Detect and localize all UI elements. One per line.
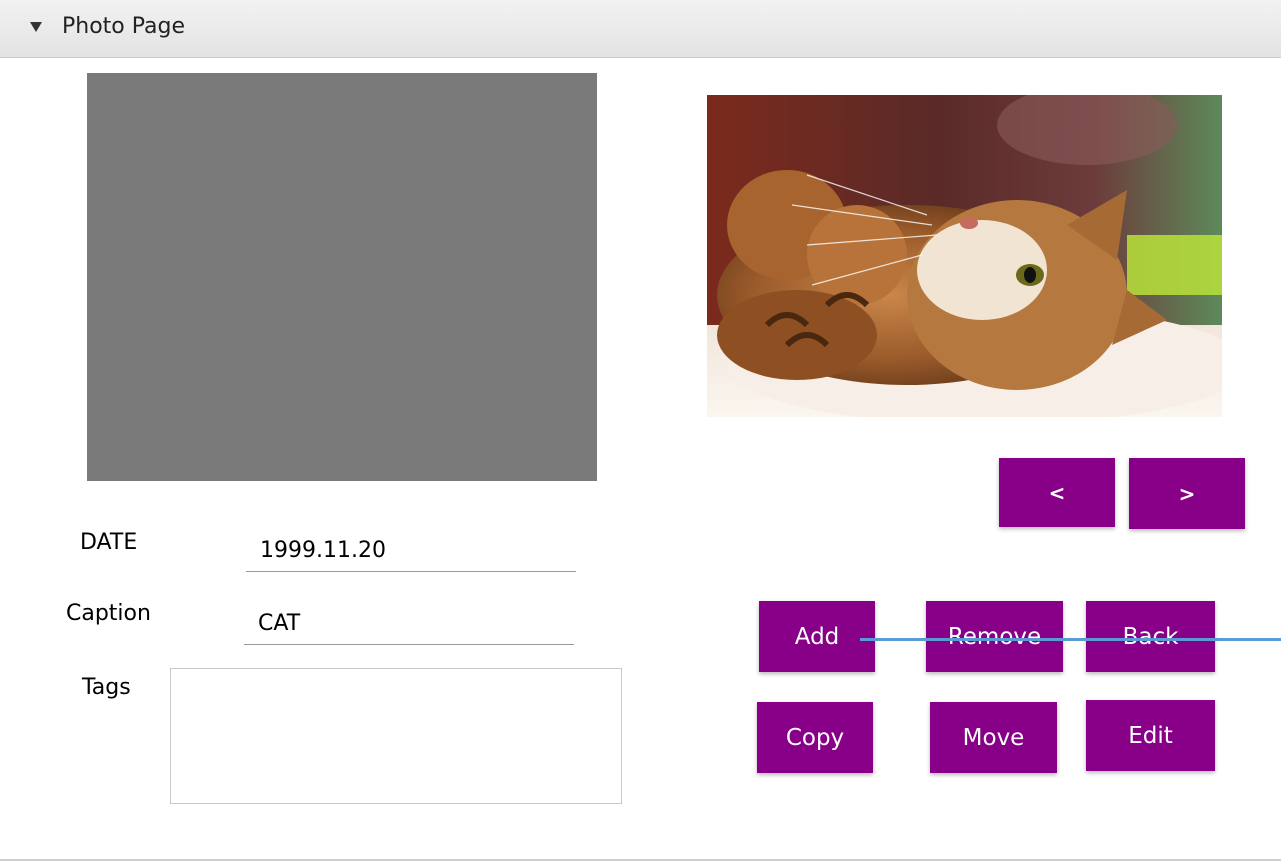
move-button-label: Move bbox=[962, 724, 1025, 751]
bottom-divider bbox=[0, 859, 1281, 861]
add-button-label: Add bbox=[794, 623, 840, 650]
back-button[interactable]: Back bbox=[1086, 601, 1215, 672]
edit-button-label: Edit bbox=[1128, 722, 1173, 749]
prev-button-label: < bbox=[1048, 480, 1066, 505]
triangle-down-icon[interactable] bbox=[30, 22, 42, 32]
image-placeholder-panel bbox=[87, 73, 597, 481]
copy-button[interactable]: Copy bbox=[757, 702, 873, 773]
tags-textarea[interactable] bbox=[170, 668, 622, 804]
edit-button[interactable]: Edit bbox=[1086, 700, 1215, 771]
next-button[interactable]: > bbox=[1129, 458, 1245, 529]
cat-photo-illustration bbox=[707, 95, 1222, 417]
move-button[interactable]: Move bbox=[930, 702, 1057, 773]
remove-button[interactable]: Remove bbox=[926, 601, 1063, 672]
cat-photo bbox=[707, 95, 1222, 417]
section-header[interactable]: Photo Page bbox=[0, 0, 1281, 58]
date-field[interactable] bbox=[246, 530, 576, 572]
copy-button-label: Copy bbox=[785, 724, 845, 751]
next-button-label: > bbox=[1178, 481, 1196, 506]
tags-label: Tags bbox=[82, 675, 131, 700]
add-button[interactable]: Add bbox=[759, 601, 875, 672]
caption-field[interactable] bbox=[244, 603, 574, 645]
page-title: Photo Page bbox=[62, 14, 186, 39]
connector-line bbox=[860, 638, 1281, 641]
date-label: DATE bbox=[80, 530, 138, 555]
caption-label: Caption bbox=[66, 601, 151, 626]
remove-button-label: Remove bbox=[947, 623, 1042, 650]
back-button-label: Back bbox=[1122, 623, 1179, 650]
prev-button[interactable]: < bbox=[999, 458, 1115, 527]
